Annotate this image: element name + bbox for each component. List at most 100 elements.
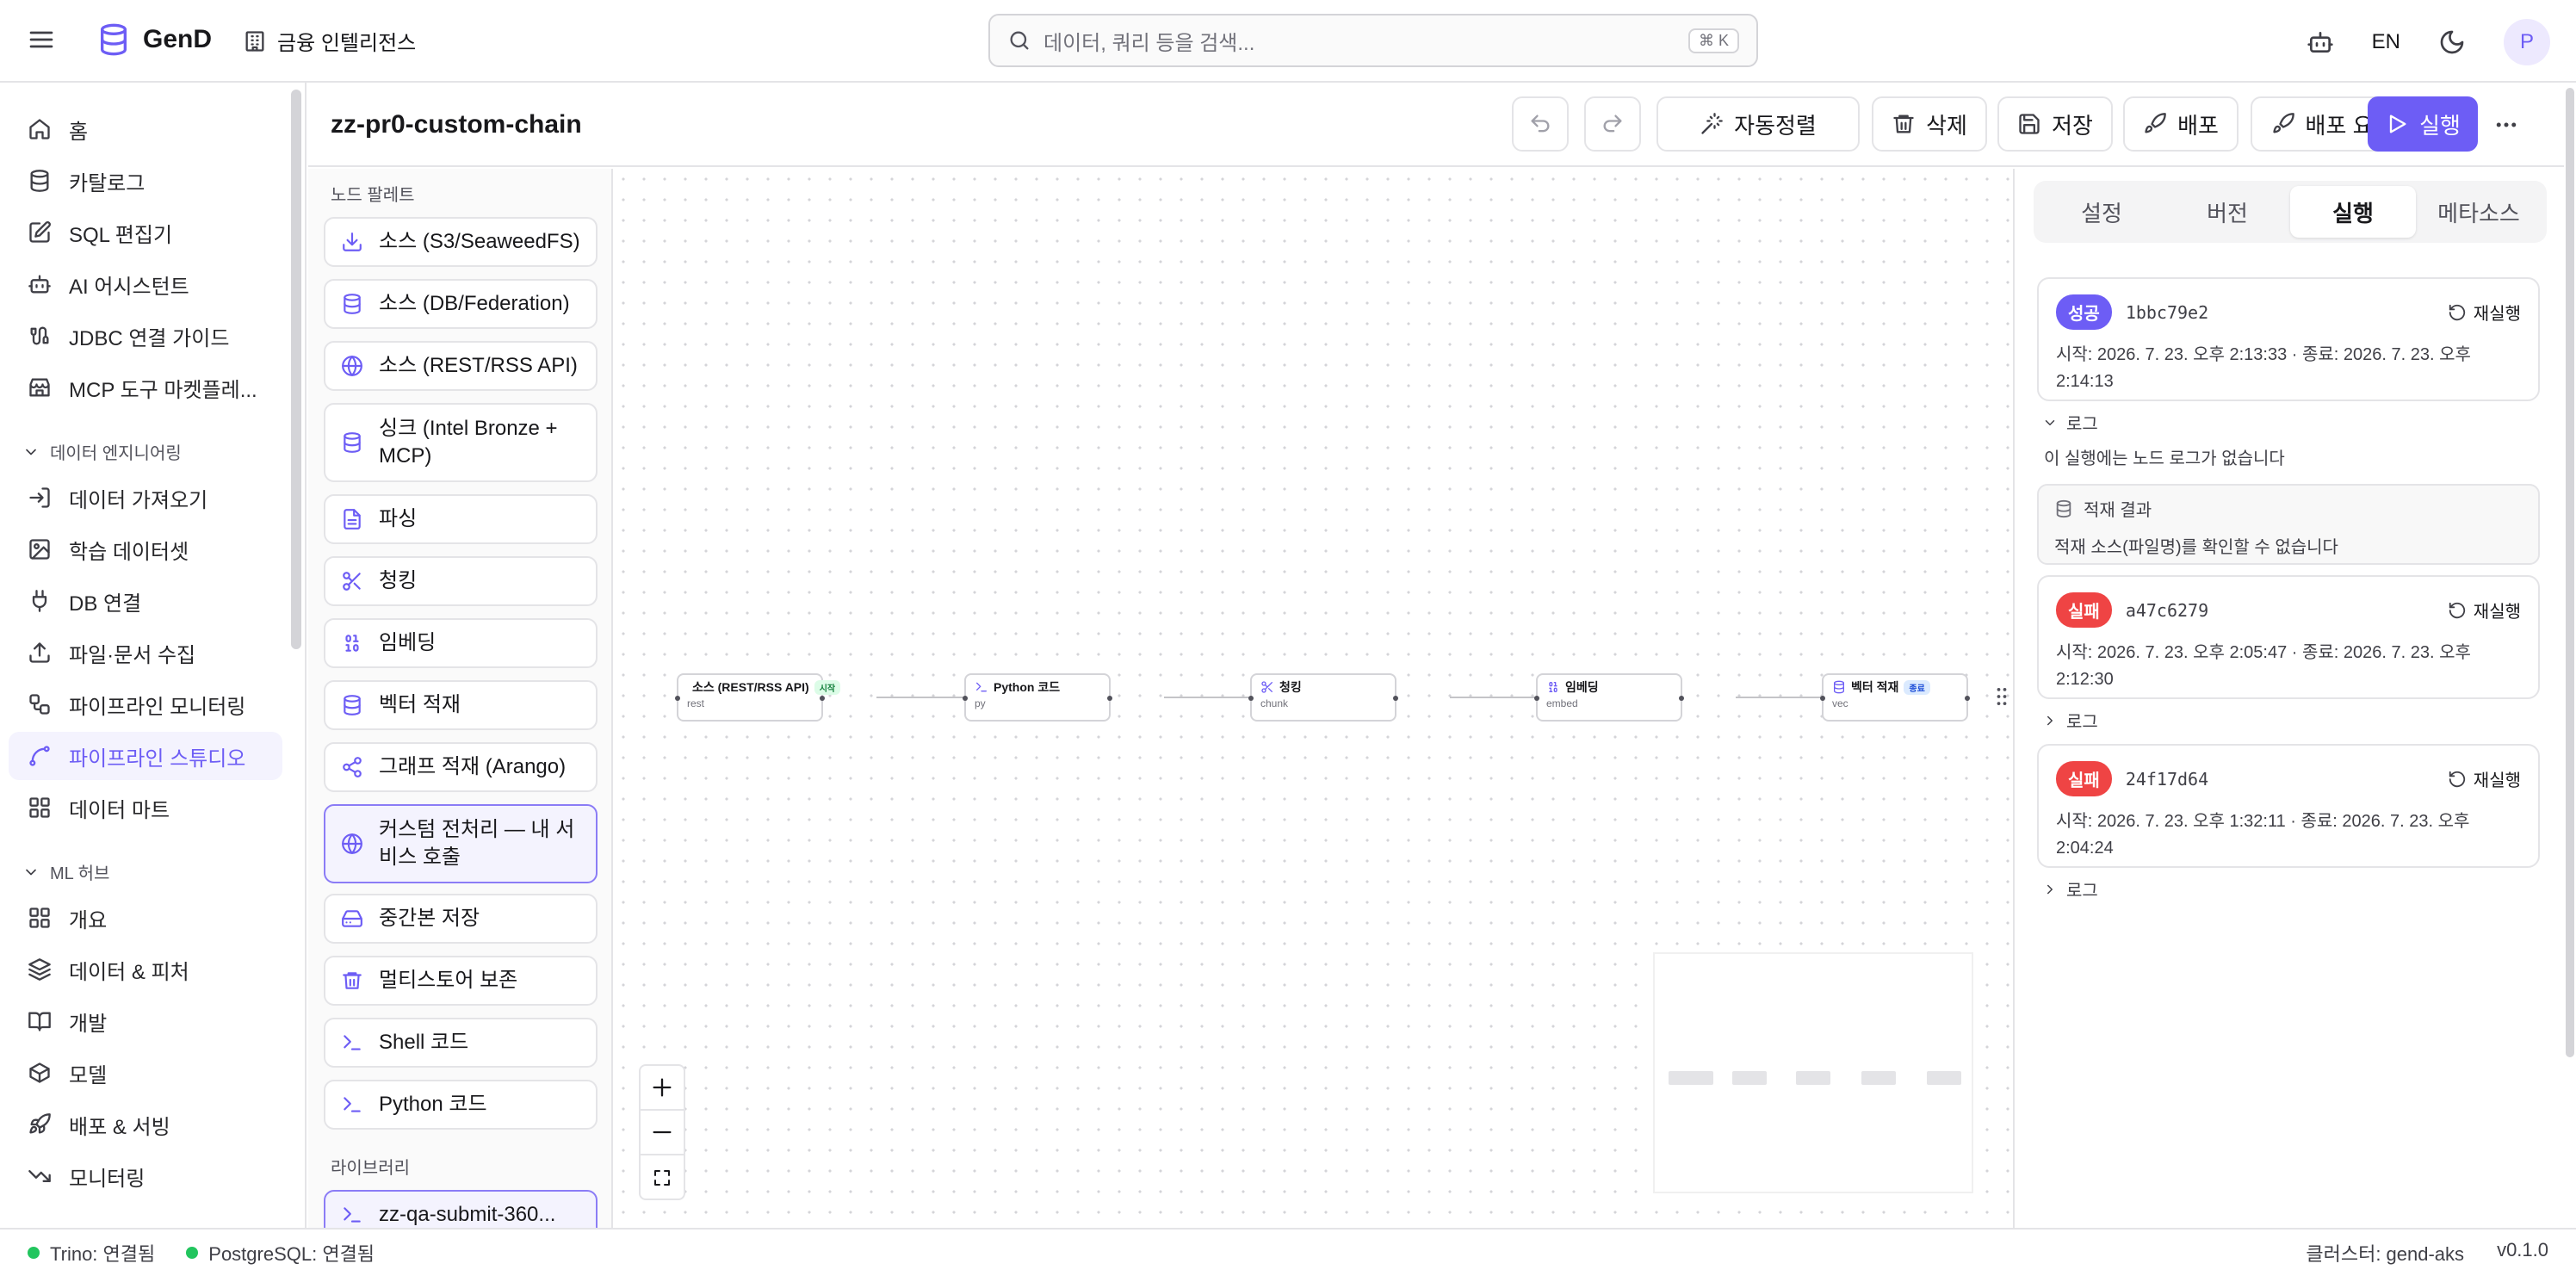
- canvas-node-source-rest[interactable]: 소스 (REST/RSS API) 시작 rest: [675, 673, 841, 722]
- undo-button[interactable]: [1512, 96, 1569, 152]
- zoom-in-button[interactable]: [641, 1066, 684, 1111]
- minimap[interactable]: [1653, 952, 1973, 1193]
- panel-resize-handle-icon[interactable]: [1996, 684, 2008, 709]
- log-toggle[interactable]: 로그: [2042, 410, 2098, 435]
- run-button[interactable]: 실행: [2368, 96, 2478, 152]
- redo-button[interactable]: [1584, 96, 1641, 152]
- edge[interactable]: [1736, 697, 1825, 698]
- pipeline-name[interactable]: zz-pr0-custom-chain: [331, 110, 582, 139]
- canvas-node-embed[interactable]: 임베딩 embed: [1534, 673, 1684, 722]
- sidebar-item-file-collection[interactable]: 파일·문서 수집: [9, 629, 282, 677]
- share-icon: [343, 757, 362, 777]
- palette-item-multistore[interactable]: 멀티스토어 보존: [324, 956, 598, 1006]
- run-id[interactable]: 24f17d64: [2126, 769, 2208, 790]
- sidebar: 홈 카탈로그 SQL 편집기 AI 어시스턴트 JDBC 연결 가이드 MCP …: [0, 83, 307, 1228]
- language-toggle[interactable]: EN: [2372, 30, 2400, 54]
- menu-icon[interactable]: [28, 26, 55, 53]
- palette-item-graph-load[interactable]: 그래프 적재 (Arango): [324, 742, 598, 792]
- org-switcher[interactable]: 금융 인텔리전스: [243, 26, 416, 56]
- sidebar-item-data-import[interactable]: 데이터 가져오기: [9, 474, 282, 522]
- palette-item-intermediate-save[interactable]: 중간본 저장: [324, 894, 598, 944]
- theme-moon-icon[interactable]: [2438, 28, 2466, 56]
- sidebar-item-data-features[interactable]: 데이터 & 피처: [9, 945, 282, 994]
- tab-runs[interactable]: 실행: [2290, 186, 2416, 238]
- section-data-engineering[interactable]: 데이터 엔지니어링: [22, 439, 182, 464]
- canvas-node-vector-load[interactable]: 벡터 적재 종료 vec: [1820, 673, 1970, 722]
- run-id[interactable]: 1bbc79e2: [2126, 302, 2208, 323]
- canvas-node-chunk[interactable]: 청킹 chunk: [1248, 673, 1398, 722]
- palette-item-parse[interactable]: 파싱: [324, 494, 598, 544]
- sidebar-item-home[interactable]: 홈: [9, 105, 282, 153]
- sidebar-scrollbar[interactable]: [291, 90, 301, 649]
- layers-icon: [28, 958, 51, 981]
- sidebar-item-ai-assistant[interactable]: AI 어시스턴트: [9, 260, 282, 308]
- rotate-ccw-icon: [2449, 771, 2465, 787]
- rerun-button[interactable]: 재실행: [2448, 598, 2521, 623]
- rocket-icon: [29, 1113, 51, 1134]
- tab-settings[interactable]: 설정: [2039, 186, 2164, 238]
- sidebar-item-deploy-serving[interactable]: 배포 & 서빙: [9, 1100, 282, 1149]
- palette-item-python-code[interactable]: Python 코드: [324, 1080, 598, 1130]
- search-icon: [1010, 31, 1029, 50]
- top-bar: GenD 금융 인텔리전스 데이터, 쿼리 등을 검색... ⌘ K EN P: [0, 0, 2576, 83]
- tab-versions[interactable]: 버전: [2164, 186, 2290, 238]
- download-icon: [343, 232, 362, 251]
- sidebar-item-db-connection[interactable]: DB 연결: [9, 577, 282, 625]
- database-icon: [344, 695, 361, 715]
- more-options-icon[interactable]: [2493, 112, 2519, 138]
- sidebar-item-models[interactable]: 모델: [9, 1049, 282, 1097]
- assistant-bot-icon[interactable]: [2307, 28, 2334, 56]
- sidebar-item-sql-editor[interactable]: SQL 편집기: [9, 208, 282, 257]
- auto-layout-button[interactable]: 자동정렬: [1656, 96, 1860, 152]
- sidebar-item-development[interactable]: 개발: [9, 997, 282, 1045]
- rerun-button[interactable]: 재실행: [2448, 766, 2521, 791]
- log-toggle[interactable]: 로그: [2042, 876, 2098, 901]
- sidebar-item-catalog[interactable]: 카탈로그: [9, 157, 282, 205]
- edge[interactable]: [1164, 697, 1254, 698]
- sidebar-item-jdbc-guide[interactable]: JDBC 연결 가이드: [9, 312, 282, 360]
- upload-icon: [29, 642, 50, 663]
- fit-view-button[interactable]: [641, 1155, 684, 1200]
- palette-item-source-rest[interactable]: 소스 (REST/RSS API): [324, 341, 598, 391]
- page-scrollbar[interactable]: [2564, 83, 2576, 1228]
- app-logo[interactable]: GenD: [96, 22, 212, 57]
- canvas-node-python[interactable]: Python 코드 py: [963, 673, 1112, 722]
- tab-metasource[interactable]: 메타소스: [2416, 186, 2542, 238]
- library-title: 라이브러리: [331, 1159, 410, 1178]
- sidebar-item-ml-overview[interactable]: 개요: [9, 894, 282, 942]
- zoom-out-button[interactable]: [641, 1111, 684, 1155]
- palette-item-source-s3[interactable]: 소스 (S3/SeaweedFS): [324, 217, 598, 267]
- sidebar-item-pipeline-monitoring[interactable]: 파이프라인 모니터링: [9, 680, 282, 728]
- edge[interactable]: [876, 697, 966, 698]
- sidebar-item-data-mart[interactable]: 데이터 마트: [9, 784, 282, 832]
- run-id[interactable]: a47c6279: [2126, 600, 2208, 621]
- delete-button[interactable]: 삭제: [1872, 96, 1987, 152]
- sidebar-item-monitoring[interactable]: 모니터링: [9, 1152, 282, 1200]
- palette-item-chunk[interactable]: 청킹: [324, 556, 598, 606]
- cable-icon: [30, 326, 49, 345]
- rerun-button[interactable]: 재실행: [2448, 300, 2521, 325]
- log-toggle[interactable]: 로그: [2042, 708, 2098, 733]
- palette-item-vector-load[interactable]: 벡터 적재: [324, 680, 598, 730]
- spline-icon: [29, 746, 50, 766]
- avatar[interactable]: P: [2504, 19, 2550, 65]
- fullscreen-icon: [654, 1170, 670, 1186]
- rocket-icon: [2272, 113, 2294, 133]
- sidebar-item-mcp-marketplace[interactable]: MCP 도구 마켓플레...: [9, 363, 282, 412]
- palette-item-sink-intel[interactable]: 싱크 (Intel Bronze + MCP): [324, 403, 598, 482]
- search-input[interactable]: 데이터, 쿼리 등을 검색... ⌘ K: [988, 14, 1758, 67]
- run-card: 실패 24f17d64 재실행 시작: 2026. 7. 23. 오후 1:32…: [2037, 744, 2540, 868]
- sidebar-item-pipeline-studio[interactable]: 파이프라인 스튜디오: [9, 732, 282, 780]
- sidebar-item-training-dataset[interactable]: 학습 데이터셋: [9, 525, 282, 573]
- panel-tabs: 설정 버전 실행 메타소스: [2034, 181, 2547, 243]
- palette-item-embed[interactable]: 임베딩: [324, 618, 598, 668]
- palette-item-source-db[interactable]: 소스 (DB/Federation): [324, 279, 598, 329]
- save-button[interactable]: 저장: [1997, 96, 2113, 152]
- palette-item-custom-preprocess[interactable]: 커스텀 전처리 — 내 서비스 호출: [324, 804, 598, 883]
- library-item[interactable]: zz-qa-submit-360...: [324, 1190, 598, 1228]
- palette-item-shell-code[interactable]: Shell 코드: [324, 1018, 598, 1068]
- pipeline-canvas[interactable]: 소스 (REST/RSS API) 시작 rest Python 코드 py 청…: [613, 169, 2013, 1228]
- deploy-button[interactable]: 배포: [2123, 96, 2239, 152]
- edge[interactable]: [1450, 697, 1539, 698]
- section-ml-hub[interactable]: ML 허브: [22, 859, 109, 884]
